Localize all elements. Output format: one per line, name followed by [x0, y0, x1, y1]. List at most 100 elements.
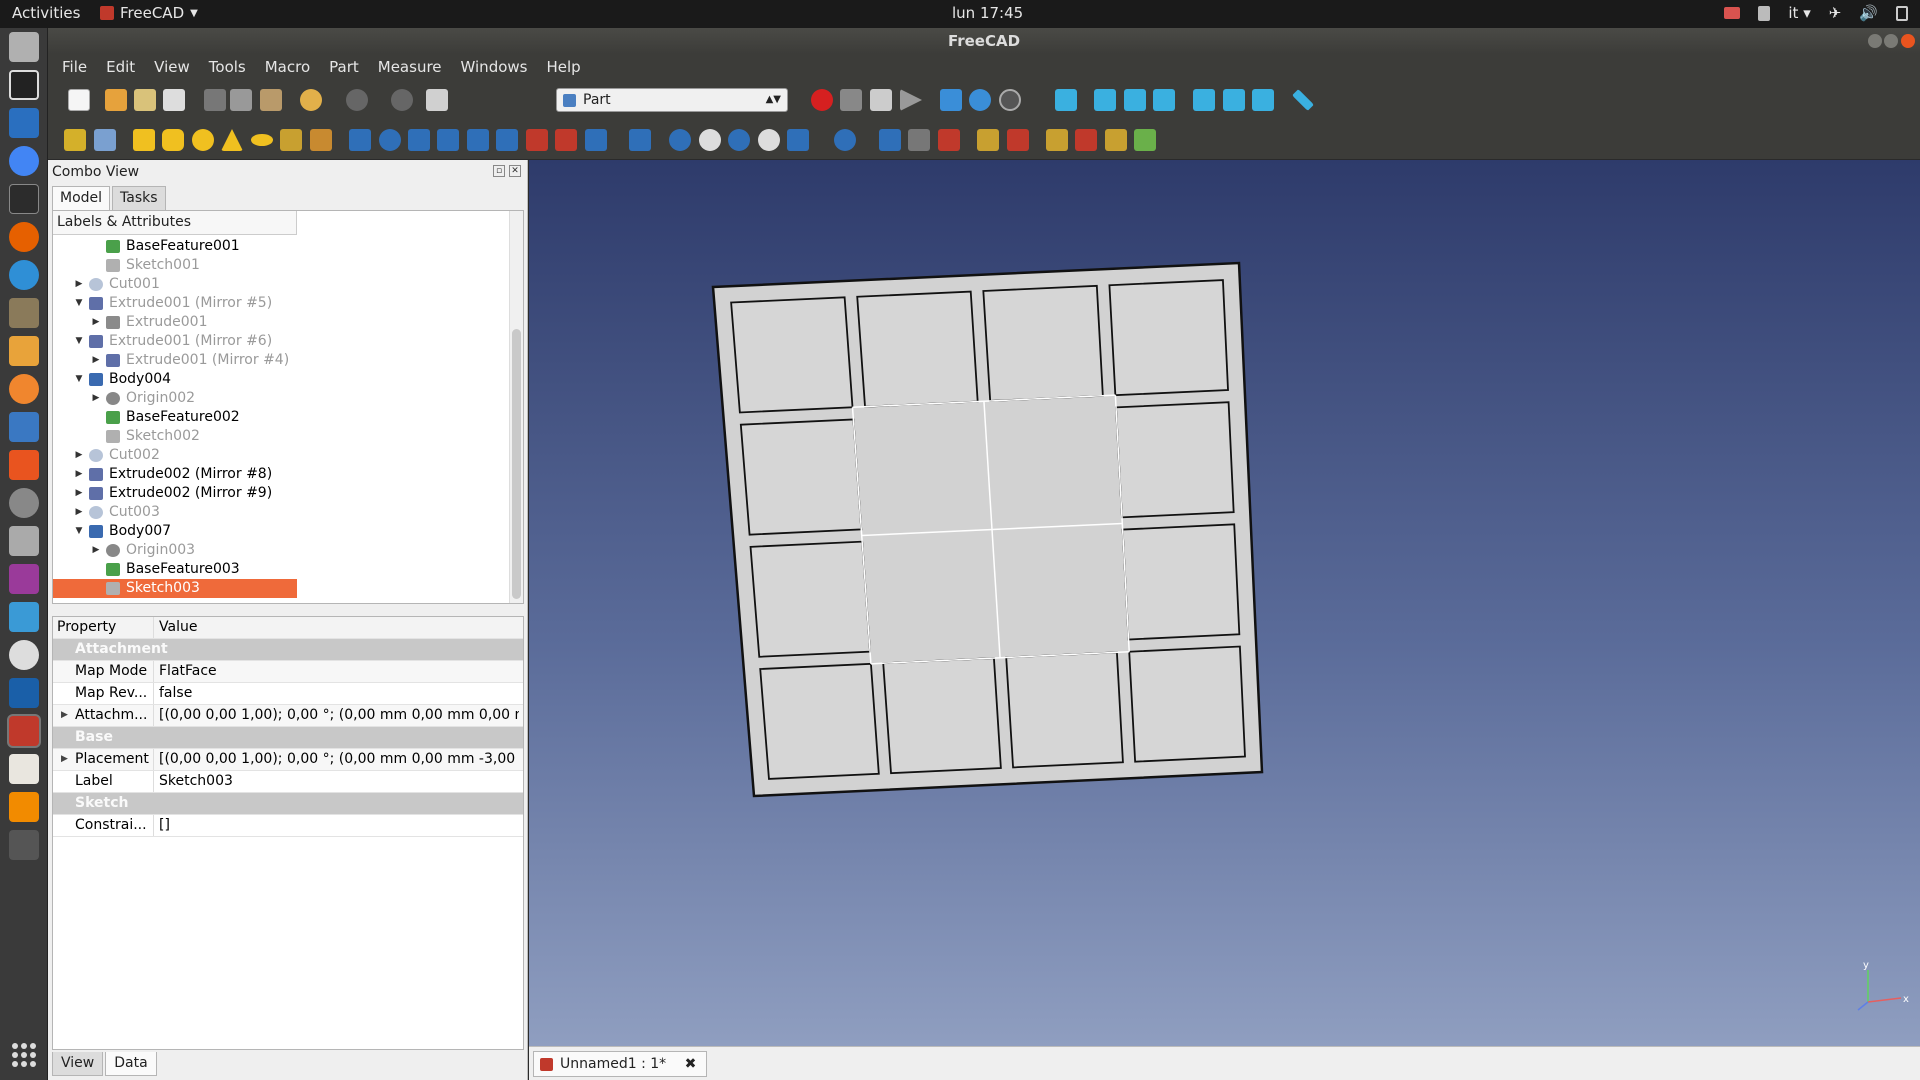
volume-icon[interactable]: 🔊: [1859, 4, 1878, 22]
activities-button[interactable]: Activities: [12, 4, 80, 22]
clock[interactable]: lun 17:45: [952, 4, 1023, 22]
print-icon[interactable]: [163, 89, 185, 111]
tree-item[interactable]: ▶ Origin002: [53, 389, 511, 408]
blender-icon[interactable]: [9, 374, 39, 404]
menu-measure[interactable]: Measure: [378, 58, 442, 76]
pocket[interactable]: [1108, 279, 1229, 397]
ruled-surface-icon[interactable]: [526, 129, 548, 151]
tree-item[interactable]: ▶ Extrude002 (Mirror #8): [53, 465, 511, 484]
left-view-icon[interactable]: [1252, 89, 1274, 111]
measure-angular-icon[interactable]: [1075, 129, 1097, 151]
create-part-icon[interactable]: [64, 129, 86, 151]
vlc-icon[interactable]: [9, 792, 39, 822]
join-features-icon[interactable]: [787, 129, 809, 151]
menu-view[interactable]: View: [154, 58, 190, 76]
pocket[interactable]: [1115, 401, 1235, 519]
workbench-selector[interactable]: Part ▲▼: [556, 88, 788, 112]
collapsed-arrow-icon[interactable]: ▶: [73, 484, 85, 503]
tree-item[interactable]: ▶ Origin003: [53, 541, 511, 560]
3d-viewport[interactable]: x y: [529, 160, 1920, 1046]
cut-icon[interactable]: [204, 89, 226, 111]
app-menu[interactable]: FreeCAD ▼: [100, 4, 198, 22]
menu-edit[interactable]: Edit: [106, 58, 135, 76]
cylinder-icon[interactable]: [162, 129, 184, 151]
expanded-arrow-icon[interactable]: ▼: [73, 370, 85, 389]
property-value[interactable]: [(0,00 0,00 1,00); 0,00 °; (0,00 mm 0,00…: [157, 705, 519, 726]
primitives-icon[interactable]: [280, 129, 302, 151]
box-icon[interactable]: [133, 129, 155, 151]
fit-selection-icon[interactable]: [969, 89, 991, 111]
media-icon[interactable]: [9, 564, 39, 594]
pocket[interactable]: [1121, 523, 1241, 641]
make-face-icon[interactable]: [496, 129, 518, 151]
record-macro-icon[interactable]: [811, 89, 833, 111]
refresh-icon[interactable]: [391, 89, 413, 111]
document-tab[interactable]: Unnamed1 : 1* ✖: [533, 1051, 708, 1077]
property-row[interactable]: Map Rev... false: [53, 683, 523, 705]
collapsed-arrow-icon[interactable]: ▶: [90, 541, 102, 560]
float-panel-icon[interactable]: ▫: [493, 165, 505, 177]
tree-item[interactable]: BaseFeature002: [53, 408, 511, 427]
offset-icon[interactable]: [629, 129, 651, 151]
chromium-icon[interactable]: [9, 146, 39, 176]
mirror-icon[interactable]: [408, 129, 430, 151]
draw-icon[interactable]: [9, 336, 39, 366]
defeaturing-icon[interactable]: [1007, 129, 1029, 151]
revolve-icon[interactable]: [379, 129, 401, 151]
run-macro-icon[interactable]: [900, 89, 922, 111]
property-row[interactable]: Map Mode FlatFace: [53, 661, 523, 683]
airplane-icon[interactable]: ✈: [1829, 4, 1842, 22]
menu-windows[interactable]: Windows: [461, 58, 528, 76]
menu-file[interactable]: File: [62, 58, 87, 76]
new-document-icon[interactable]: [68, 89, 90, 111]
scanner-icon[interactable]: [9, 412, 39, 442]
property-value[interactable]: [(0,00 0,00 1,00); 0,00 °; (0,00 mm 0,00…: [157, 749, 519, 770]
tree-scrollbar[interactable]: [509, 211, 523, 603]
tree-item[interactable]: BaseFeature003: [53, 560, 511, 579]
front-view-icon[interactable]: [1094, 89, 1116, 111]
expanded-arrow-icon[interactable]: ▼: [73, 522, 85, 541]
fillet-icon[interactable]: [437, 129, 459, 151]
shape-builder-icon[interactable]: [310, 129, 332, 151]
tree-item[interactable]: ▼ Body007: [53, 522, 511, 541]
eye-icon[interactable]: [9, 640, 39, 670]
collapsed-arrow-icon[interactable]: ▶: [90, 389, 102, 408]
create-group-icon[interactable]: [94, 129, 116, 151]
stop-macro-icon[interactable]: [840, 89, 862, 111]
viewport-canvas[interactable]: x y: [529, 160, 1920, 1046]
tree-item[interactable]: Sketch001: [53, 256, 511, 275]
collapsed-arrow-icon[interactable]: ▶: [73, 465, 85, 484]
tree-item[interactable]: ▼ Extrude001 (Mirror #6): [53, 332, 511, 351]
collapsed-arrow-icon[interactable]: ▶: [61, 749, 68, 770]
measure-icon[interactable]: [1292, 89, 1314, 111]
cut-shape-icon[interactable]: [699, 129, 721, 151]
model-plate[interactable]: [711, 261, 1264, 798]
pocket[interactable]: [1128, 645, 1246, 763]
maximize-icon[interactable]: [1884, 34, 1898, 48]
measure-refresh-icon[interactable]: [1105, 129, 1127, 151]
copy-icon[interactable]: [230, 89, 252, 111]
camera-icon[interactable]: [1724, 7, 1741, 19]
tree-item[interactable]: BaseFeature001: [53, 237, 511, 256]
sphere-icon[interactable]: [192, 129, 214, 151]
whats-this-icon[interactable]: [426, 89, 448, 111]
check-geometry-icon[interactable]: [977, 129, 999, 151]
libreoffice-writer-icon[interactable]: [9, 108, 39, 138]
pocket[interactable]: [982, 284, 1104, 402]
collapsed-arrow-icon[interactable]: ▶: [73, 503, 85, 522]
text-editor-icon[interactable]: [9, 754, 39, 784]
chamfer-icon[interactable]: [467, 129, 489, 151]
pocket[interactable]: [856, 290, 979, 408]
tree-item[interactable]: ▼ Body004: [53, 370, 511, 389]
tab-tasks[interactable]: Tasks: [112, 186, 166, 210]
isometric-view-icon[interactable]: [1055, 89, 1077, 111]
firefox-icon[interactable]: [9, 222, 39, 252]
close-tab-icon[interactable]: ✖: [685, 1056, 697, 1072]
minimize-icon[interactable]: [1868, 34, 1882, 48]
collapsed-arrow-icon[interactable]: ▶: [61, 705, 68, 726]
split-icon[interactable]: [834, 129, 856, 151]
draw-style-icon[interactable]: [999, 89, 1021, 111]
menu-help[interactable]: Help: [546, 58, 580, 76]
menu-tools[interactable]: Tools: [209, 58, 246, 76]
intersection-icon[interactable]: [758, 129, 780, 151]
